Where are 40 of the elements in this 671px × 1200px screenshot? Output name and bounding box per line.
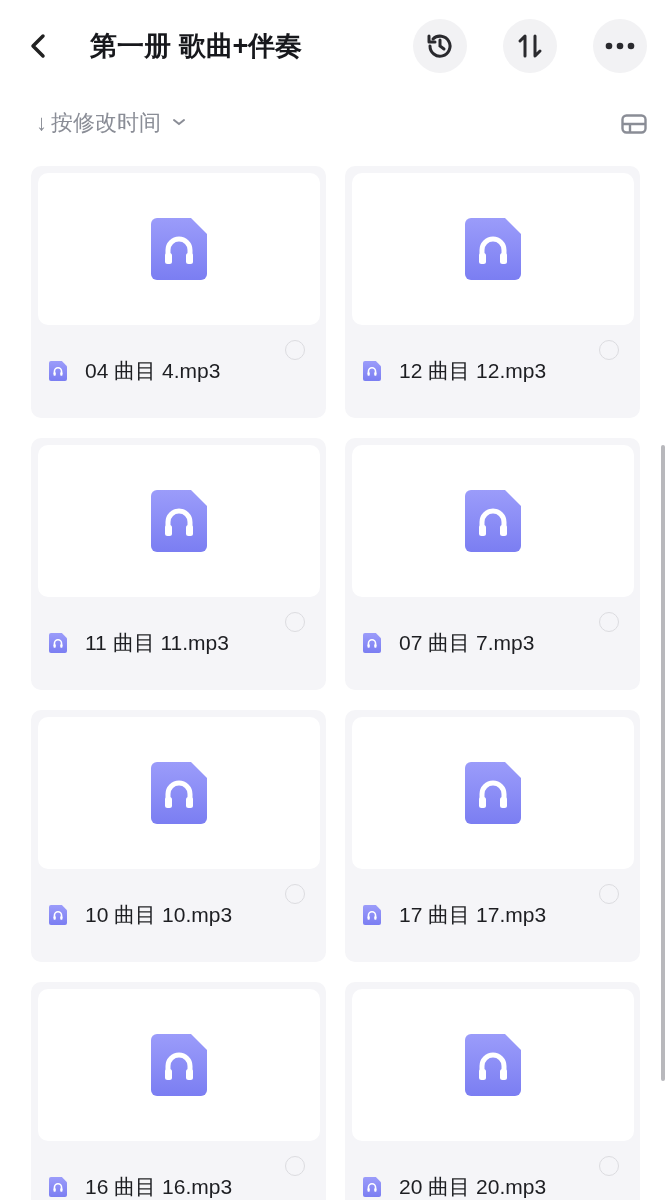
file-card[interactable]: 12 曲目 12.mp3 [345,166,640,418]
audio-file-icon [151,490,207,552]
audio-file-icon [363,1176,381,1197]
folder-title: 第一册 歌曲+伴奏 [90,29,303,63]
file-card[interactable]: 11 曲目 11.mp3 [31,438,326,690]
back-icon [28,32,48,60]
audio-file-icon [465,762,521,824]
audio-file-icon [151,762,207,824]
audio-file-icon [49,1176,67,1197]
file-name: 07 曲目 7.mp3 [399,630,535,656]
view-mode-icon [621,113,647,134]
sort-arrows-icon [516,32,544,60]
file-name: 10 曲目 10.mp3 [85,902,233,928]
file-name: 11 曲目 11.mp3 [85,630,229,656]
audio-file-icon [363,904,381,925]
more-icon [605,42,635,50]
audio-file-icon [49,360,67,381]
audio-file-icon [151,1034,207,1096]
file-card[interactable]: 10 曲目 10.mp3 [31,710,326,962]
file-card[interactable]: 17 曲目 17.mp3 [345,710,640,962]
audio-file-icon [465,1034,521,1096]
file-name: 16 曲目 16.mp3 [85,1174,233,1200]
audio-file-icon [363,632,381,653]
audio-file-icon [49,904,67,925]
chevron-down-icon [171,117,187,127]
audio-file-icon [465,490,521,552]
file-name: 04 曲目 4.mp3 [85,358,221,384]
file-name: 17 曲目 17.mp3 [399,902,547,928]
file-name: 20 曲目 20.mp3 [399,1174,547,1200]
file-card[interactable]: 16 曲目 16.mp3 [31,982,326,1200]
file-card[interactable]: 20 曲目 20.mp3 [345,982,640,1200]
audio-file-icon [151,218,207,280]
audio-file-icon [363,360,381,381]
file-card[interactable]: 04 曲目 4.mp3 [31,166,326,418]
file-name: 12 曲目 12.mp3 [399,358,547,384]
down-arrow: ↓ [36,108,47,137]
audio-file-icon [49,632,67,653]
sort-label: 按修改时间 [51,108,161,137]
file-card[interactable]: 07 曲目 7.mp3 [345,438,640,690]
audio-file-icon [465,218,521,280]
